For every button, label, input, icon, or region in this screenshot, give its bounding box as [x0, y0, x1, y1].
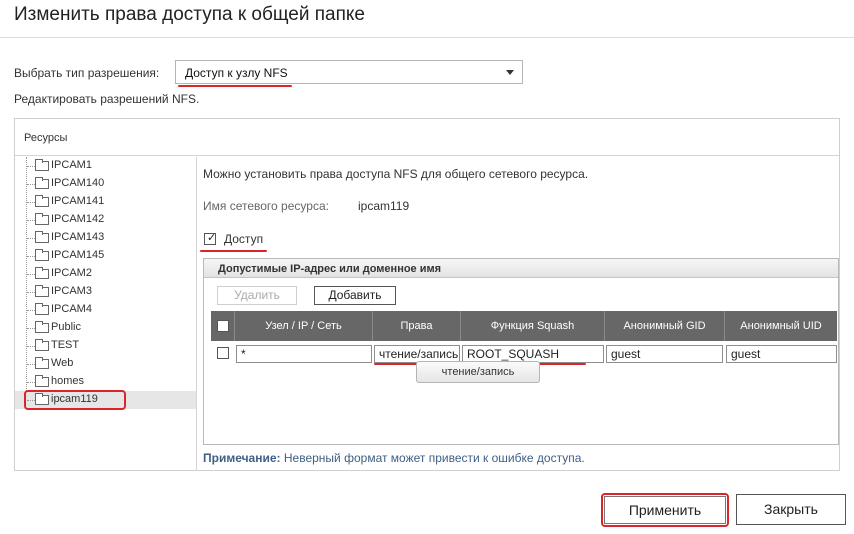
share-name-value: ipcam119: [358, 199, 410, 213]
chevron-down-icon: [506, 70, 514, 75]
uid-input[interactable]: guest: [726, 345, 837, 363]
nfs-info-text: Можно установить права доступа NFS для о…: [203, 167, 589, 181]
host-input[interactable]: *: [236, 345, 372, 363]
resources-tree[interactable]: IPCAM1 IPCAM140 IPCAM141 IPCAM142 IPCAM1…: [15, 157, 197, 470]
note-text: Примечание: Неверный формат может привес…: [203, 451, 585, 465]
permission-type-subtitle: Редактировать разрешений NFS.: [14, 92, 200, 106]
gid-input[interactable]: guest: [606, 345, 723, 363]
tree-item-web[interactable]: Web: [15, 355, 196, 373]
permission-type-select[interactable]: Доступ к узлу NFS: [175, 60, 523, 84]
title-divider: [0, 37, 854, 38]
header-select-all: [211, 311, 235, 341]
folder-icon: [35, 213, 49, 225]
tree-item-label: homes: [51, 375, 85, 387]
highlight-underline-permission-type: [178, 85, 292, 87]
tree-item-ipcam140[interactable]: IPCAM140: [15, 175, 196, 193]
tree-item-label: IPCAM3: [51, 285, 92, 297]
resources-panel: Ресурсы IPCAM1 IPCAM140 IPCAM141 IPCAM14…: [14, 118, 840, 471]
resources-header-label: Ресурсы: [24, 132, 68, 144]
tree-item-homes[interactable]: homes: [15, 373, 196, 391]
delete-button[interactable]: Удалить: [217, 286, 297, 305]
folder-icon: [35, 159, 49, 171]
rights-dropdown-option[interactable]: чтение/запись: [416, 361, 540, 383]
tree-item-public[interactable]: Public: [15, 319, 196, 337]
dialog-title: Изменить права доступа к общей папке: [14, 4, 365, 25]
tree-item-ipcam3[interactable]: IPCAM3: [15, 283, 196, 301]
access-checkbox[interactable]: ✓: [204, 232, 217, 245]
tree-item-label: IPCAM140: [51, 177, 105, 189]
column-header-gid[interactable]: Анонимный GID: [605, 311, 725, 341]
tree-item-ipcam145[interactable]: IPCAM145: [15, 247, 196, 265]
permission-type-label: Выбрать тип разрешения:: [14, 66, 160, 80]
tree-item-label: Web: [51, 357, 74, 369]
note-message: Неверный формат может привести к ошибке …: [283, 451, 585, 465]
access-label: Доступ: [224, 232, 264, 246]
tree-item-label: Public: [51, 321, 81, 333]
close-button[interactable]: Закрыть: [736, 494, 846, 525]
tree-item-label: IPCAM142: [51, 213, 105, 225]
tree-item-ipcam1[interactable]: IPCAM1: [15, 157, 196, 175]
table-header: Узел / IP / Сеть Права Функция Squash Ан…: [211, 311, 837, 341]
folder-icon: [35, 177, 49, 189]
resources-header: Ресурсы: [15, 119, 839, 156]
tree-item-label: IPCAM1: [51, 159, 92, 171]
folder-icon: [35, 249, 49, 261]
column-header-rights[interactable]: Права: [373, 311, 461, 341]
apply-button[interactable]: Применить: [604, 496, 726, 524]
tree-item-ipcam141[interactable]: IPCAM141: [15, 193, 196, 211]
note-label: Примечание:: [203, 451, 281, 465]
row-checkbox[interactable]: [217, 347, 229, 359]
column-header-uid[interactable]: Анонимный UID: [725, 311, 837, 341]
folder-icon: [35, 267, 49, 279]
tree-item-label: IPCAM143: [51, 231, 105, 243]
tree-item-label: TEST: [51, 339, 80, 351]
checkmark-icon: ✓: [207, 232, 217, 244]
folder-icon: [35, 285, 49, 297]
tree-item-ipcam143[interactable]: IPCAM143: [15, 229, 196, 247]
tree-item-ipcam142[interactable]: IPCAM142: [15, 211, 196, 229]
folder-icon: [35, 321, 49, 333]
tree-item-label: IPCAM4: [51, 303, 92, 315]
highlight-underline-access: [200, 250, 267, 252]
column-header-squash[interactable]: Функция Squash: [461, 311, 605, 341]
select-all-checkbox[interactable]: [217, 320, 229, 332]
nfs-settings: Можно установить права доступа NFS для о…: [198, 157, 839, 470]
folder-icon: [35, 195, 49, 207]
allowed-hosts-panel: Допустимые IP-адрес или доменное имя Уда…: [203, 258, 839, 445]
allowed-hosts-title-text: Допустимые IP-адрес или доменное имя: [218, 263, 442, 275]
column-header-host[interactable]: Узел / IP / Сеть: [235, 311, 373, 341]
folder-icon: [35, 375, 49, 387]
highlight-box-selected-folder: [24, 390, 126, 410]
folder-icon: [35, 357, 49, 369]
tree-item-label: IPCAM145: [51, 249, 105, 261]
tree-item-ipcam2[interactable]: IPCAM2: [15, 265, 196, 283]
add-button[interactable]: Добавить: [314, 286, 396, 305]
tree-item-label: IPCAM2: [51, 267, 92, 279]
tree-item-label: IPCAM141: [51, 195, 105, 207]
tree-item-ipcam4[interactable]: IPCAM4: [15, 301, 196, 319]
folder-icon: [35, 339, 49, 351]
permission-type-value: Доступ к узлу NFS: [185, 66, 288, 80]
folder-icon: [35, 231, 49, 243]
folder-icon: [35, 303, 49, 315]
share-name-label: Имя сетевого ресурса:: [203, 199, 329, 213]
allowed-hosts-title: Допустимые IP-адрес или доменное имя: [204, 259, 838, 278]
tree-item-test[interactable]: TEST: [15, 337, 196, 355]
